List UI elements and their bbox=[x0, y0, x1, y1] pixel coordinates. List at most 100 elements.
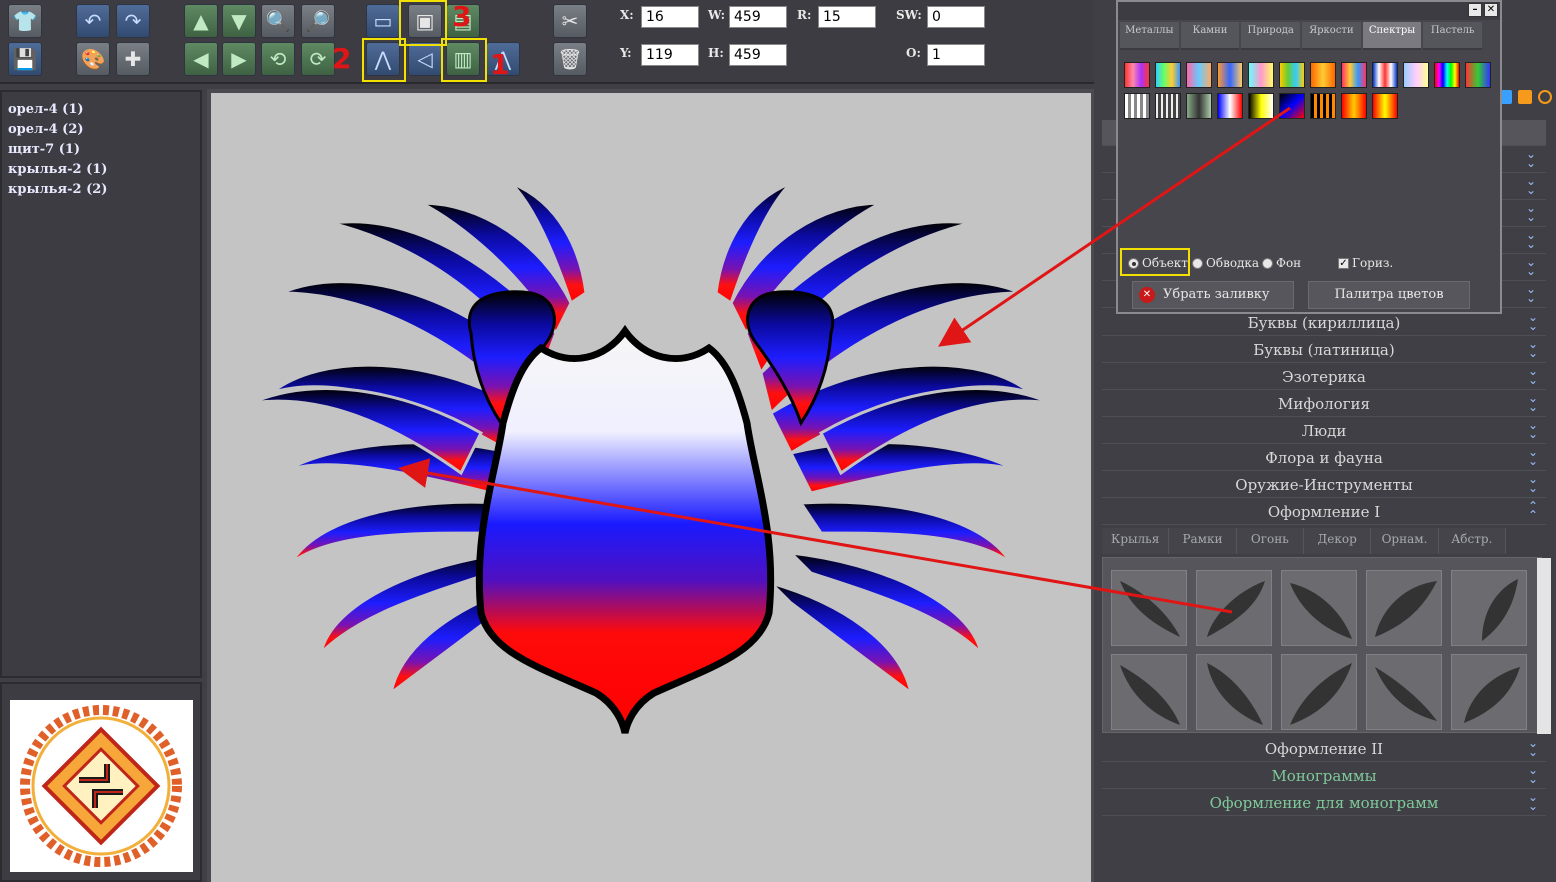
tab-wings[interactable]: Крылья bbox=[1102, 528, 1170, 554]
gradient-swatch-selected[interactable] bbox=[1279, 93, 1305, 119]
move-left-icon[interactable]: ◀ bbox=[184, 42, 218, 76]
social-icon[interactable] bbox=[1538, 90, 1552, 104]
move-up-icon[interactable]: ▲ bbox=[184, 4, 218, 38]
wing-thumbnail[interactable] bbox=[1281, 570, 1357, 646]
w-input[interactable]: 459 bbox=[729, 6, 787, 28]
wing-thumbnail[interactable] bbox=[1366, 570, 1442, 646]
gradient-swatch[interactable] bbox=[1372, 62, 1398, 88]
layer-item[interactable]: крылья-2 (2) bbox=[8, 180, 194, 200]
zoom-out-icon[interactable]: 🔎 bbox=[301, 4, 335, 38]
gradient-swatch[interactable] bbox=[1310, 62, 1336, 88]
sw-input[interactable]: 0 bbox=[927, 6, 985, 28]
sw-label: SW: bbox=[896, 8, 922, 22]
redo-icon[interactable]: ↷ bbox=[116, 4, 150, 38]
rotate-left-icon[interactable]: ⟲ bbox=[261, 42, 295, 76]
h-input[interactable]: 459 bbox=[729, 44, 787, 66]
design-canvas[interactable] bbox=[211, 93, 1091, 882]
color-palette-button[interactable]: Палитра цветов bbox=[1308, 281, 1470, 309]
close-icon[interactable]: ✕ bbox=[1484, 3, 1498, 17]
gradient-swatch[interactable] bbox=[1434, 62, 1460, 88]
thumbnails-scrollbar[interactable] bbox=[1537, 558, 1551, 734]
layer-item[interactable]: орел-4 (2) bbox=[8, 120, 194, 140]
social-icon[interactable] bbox=[1518, 90, 1532, 104]
gradient-swatch[interactable] bbox=[1465, 62, 1491, 88]
gradient-swatch[interactable] bbox=[1186, 93, 1212, 119]
wing-thumbnail[interactable] bbox=[1196, 570, 1272, 646]
gradient-swatch[interactable] bbox=[1279, 62, 1305, 88]
gradient-swatch[interactable] bbox=[1248, 93, 1274, 119]
tshirt-icon[interactable]: 👕 bbox=[8, 4, 42, 38]
y-input[interactable]: 119 bbox=[641, 44, 699, 66]
tab-abstract[interactable]: Абстр. bbox=[1439, 528, 1506, 554]
dialog-titlebar[interactable]: – ✕ bbox=[1118, 2, 1500, 20]
wing-thumbnail[interactable] bbox=[1111, 654, 1187, 730]
r-input[interactable]: 15 bbox=[818, 6, 876, 28]
send-backward-icon[interactable]: ▭ bbox=[366, 4, 400, 38]
category-mythology[interactable]: Мифология ⌄ ⌄ bbox=[1102, 391, 1546, 417]
gradient-swatch[interactable] bbox=[1155, 93, 1181, 119]
category-design-1[interactable]: Оформление I ⌃ ⌃ bbox=[1102, 499, 1546, 525]
layer-item[interactable]: орел-4 (1) bbox=[8, 100, 194, 120]
gradient-swatch[interactable] bbox=[1217, 93, 1243, 119]
palette-icon[interactable]: 🎨 bbox=[76, 42, 110, 76]
tab-spectra[interactable]: Спектры bbox=[1362, 22, 1422, 50]
category-monograms[interactable]: Монограммы ⌄ ⌄ bbox=[1102, 763, 1546, 789]
tab-ornament[interactable]: Орнам. bbox=[1371, 528, 1439, 554]
gradient-swatch[interactable] bbox=[1217, 62, 1243, 88]
wing-thumbnail[interactable] bbox=[1196, 654, 1272, 730]
tools-icon[interactable]: ✂ bbox=[553, 4, 587, 38]
radio-button-icon bbox=[1128, 257, 1139, 269]
tab-pastel[interactable]: Пастель bbox=[1423, 22, 1483, 50]
move-down-icon[interactable]: ▼ bbox=[222, 4, 256, 38]
tab-nature[interactable]: Природа bbox=[1241, 22, 1301, 50]
category-design-2[interactable]: Оформление II ⌄ ⌄ bbox=[1102, 736, 1546, 762]
category-letters-latin[interactable]: Буквы (латиница) ⌄ ⌄ bbox=[1102, 337, 1546, 363]
tab-decor[interactable]: Декор bbox=[1304, 528, 1372, 554]
tab-stones[interactable]: Камни bbox=[1180, 22, 1240, 50]
wing-thumbnail[interactable] bbox=[1451, 570, 1527, 646]
remove-fill-button[interactable]: ✕ Убрать заливку bbox=[1132, 281, 1294, 309]
tab-metals[interactable]: Металлы bbox=[1120, 22, 1179, 50]
zoom-in-icon[interactable]: 🔍 bbox=[261, 4, 295, 38]
rotate-right-icon[interactable]: ⟳ bbox=[301, 42, 335, 76]
checkbox-horizontal[interactable]: ✓ Гориз. bbox=[1338, 256, 1393, 270]
category-people[interactable]: Люди ⌄ ⌄ bbox=[1102, 418, 1546, 444]
undo-icon[interactable]: ↶ bbox=[76, 4, 110, 38]
chevron-down-icon: ⌄ ⌄ bbox=[1527, 364, 1539, 387]
tab-frames[interactable]: Рамки bbox=[1169, 528, 1237, 554]
gradient-swatch[interactable] bbox=[1310, 93, 1336, 119]
gradient-swatch[interactable] bbox=[1341, 93, 1367, 119]
highlight-box-3 bbox=[399, 0, 447, 46]
category-weapons-tools[interactable]: Оружие-Инструменты ⌄ ⌄ bbox=[1102, 472, 1546, 498]
category-esoterics[interactable]: Эзотерика ⌄ ⌄ bbox=[1102, 364, 1546, 390]
tab-fire[interactable]: Огонь bbox=[1237, 528, 1304, 554]
gradient-swatch[interactable] bbox=[1186, 62, 1212, 88]
radio-object[interactable]: Объект bbox=[1128, 256, 1188, 270]
gradient-swatch[interactable] bbox=[1372, 93, 1398, 119]
trash-icon[interactable]: 🗑 bbox=[553, 42, 587, 76]
wing-thumbnail[interactable] bbox=[1366, 654, 1442, 730]
gradient-swatch[interactable] bbox=[1124, 62, 1150, 88]
gradient-swatch[interactable] bbox=[1341, 62, 1367, 88]
align-left-icon[interactable]: ◁ bbox=[408, 42, 442, 76]
gradient-swatch[interactable] bbox=[1155, 62, 1181, 88]
x-input[interactable]: 16 bbox=[641, 6, 699, 28]
layer-item[interactable]: крылья-2 (1) bbox=[8, 160, 194, 180]
wing-thumbnail[interactable] bbox=[1451, 654, 1527, 730]
o-input[interactable]: 1 bbox=[927, 44, 985, 66]
gradient-swatch[interactable] bbox=[1124, 93, 1150, 119]
add-shape-icon[interactable]: ✚ bbox=[116, 42, 150, 76]
save-icon[interactable]: 💾 bbox=[8, 42, 42, 76]
tab-brightness[interactable]: Яркости bbox=[1302, 22, 1361, 50]
move-right-icon[interactable]: ▶ bbox=[222, 42, 256, 76]
layer-item[interactable]: щит-7 (1) bbox=[8, 140, 194, 160]
wing-thumbnail[interactable] bbox=[1111, 570, 1187, 646]
gradient-swatch[interactable] bbox=[1248, 62, 1274, 88]
radio-outline[interactable]: Обводка bbox=[1192, 256, 1259, 270]
category-monogram-design[interactable]: Оформление для монограмм ⌄ ⌄ bbox=[1102, 790, 1546, 816]
category-flora-fauna[interactable]: Флора и фауна ⌄ ⌄ bbox=[1102, 445, 1546, 471]
wing-thumbnail[interactable] bbox=[1281, 654, 1357, 730]
gradient-swatch[interactable] bbox=[1403, 62, 1429, 88]
radio-background[interactable]: Фон bbox=[1262, 256, 1301, 270]
minimize-icon[interactable]: – bbox=[1468, 3, 1482, 17]
